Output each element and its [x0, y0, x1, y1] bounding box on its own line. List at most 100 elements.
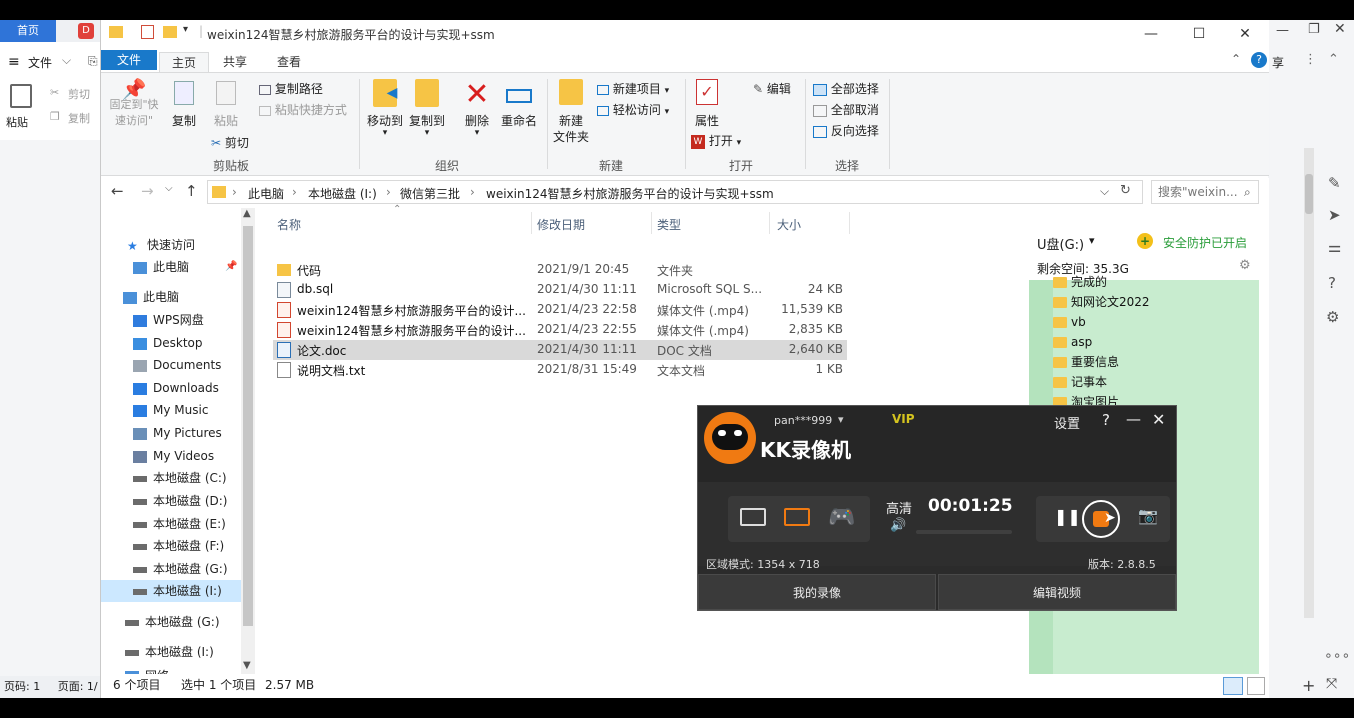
udisk-folder-item[interactable]: 知网论文2022 — [1053, 292, 1253, 312]
chevron-down-icon[interactable]: ⌵ — [62, 53, 71, 68]
udisk-folder-item[interactable]: 重要信息 — [1053, 352, 1253, 372]
chevron-down-icon[interactable]: ▾ — [1089, 234, 1095, 247]
column-separator[interactable] — [849, 212, 850, 234]
table-row[interactable]: weixin124智慧乡村旅游服务平台的设计... 2021/4/23 22:55… — [273, 320, 847, 340]
minimize-icon[interactable]: — — [1276, 23, 1289, 38]
close-icon[interactable]: ✕ — [1231, 24, 1259, 44]
udisk-drive-selector[interactable]: U盘(G:) — [1037, 234, 1084, 253]
copy-to-button[interactable]: 复制到 ▾ — [407, 79, 447, 138]
pen-icon[interactable]: ✎ — [1328, 174, 1341, 192]
scroll-up-icon[interactable]: ▲ — [243, 208, 251, 219]
maximize-icon[interactable]: ☐ — [1185, 24, 1213, 44]
kk-username[interactable]: pan***999 — [774, 414, 832, 427]
sliders-icon[interactable]: ⚌ — [1328, 238, 1341, 256]
breadcrumb-separator-icon[interactable]: › — [386, 185, 391, 199]
up-arrow-icon[interactable]: ↑ — [185, 182, 198, 200]
breadcrumb-separator-icon[interactable]: › — [232, 185, 237, 199]
recent-locations-icon[interactable]: ⌵ — [165, 183, 173, 194]
wps-doc-tab-icon[interactable]: D — [78, 23, 94, 39]
image-settings-icon[interactable]: ⚙ — [1326, 308, 1339, 326]
details-view-icon[interactable] — [1223, 677, 1243, 695]
column-separator[interactable] — [531, 212, 532, 234]
select-none-button[interactable]: 全部取消 — [813, 100, 879, 120]
help-icon[interactable]: ? — [1102, 411, 1110, 429]
minimize-icon[interactable]: — — [1137, 24, 1165, 44]
sidebar-item[interactable]: 本地磁盘 (C:) — [101, 467, 241, 489]
column-separator[interactable] — [651, 212, 652, 234]
wps-tab-home[interactable]: 首页 — [0, 20, 56, 42]
large-icons-view-icon[interactable] — [1247, 677, 1265, 695]
sidebar-item[interactable]: 本地磁盘 (E:) — [101, 513, 241, 535]
gamepad-icon[interactable]: 🎮 — [828, 505, 855, 530]
minimize-icon[interactable]: — — [1126, 410, 1141, 428]
udisk-folder-item[interactable]: 完成的 — [1053, 272, 1253, 292]
properties-button[interactable]: ✓ 属性 — [689, 79, 725, 129]
wps-toolbar-icon[interactable]: ⎘ — [88, 54, 98, 69]
back-arrow-icon[interactable]: ← — [111, 182, 124, 200]
monitor-icon[interactable] — [740, 508, 766, 526]
fullscreen-icon[interactable]: ⤧ — [1326, 676, 1337, 692]
qat-dropdown-icon[interactable]: ▾ — [183, 24, 188, 35]
open-button[interactable]: W 打开 ▾ — [691, 131, 741, 151]
tab-home[interactable]: 主页 — [159, 52, 210, 72]
sidebar-item[interactable]: Desktop — [101, 332, 241, 354]
breadcrumb-separator-icon[interactable]: › — [292, 185, 297, 199]
table-row[interactable]: 论文.doc 2021/4/30 11:11 DOC 文档 2,640 KB — [273, 340, 847, 360]
camera-icon[interactable]: 📷 — [1138, 506, 1158, 525]
udisk-folder-item[interactable]: asp — [1053, 332, 1253, 352]
udisk-folder-item[interactable]: 记事本 — [1053, 372, 1253, 392]
breadcrumb-drive[interactable]: 本地磁盘 (I:) — [308, 185, 377, 202]
table-row[interactable]: db.sql 2021/4/30 11:11 Microsoft SQL S... 2… — [273, 280, 847, 300]
delete-button[interactable]: ✕ 删除 ▾ — [459, 79, 495, 138]
kk-quality[interactable]: 高清 — [886, 498, 912, 517]
pin-icon[interactable]: 📌 — [225, 256, 237, 278]
sidebar-item[interactable]: My Pictures — [101, 422, 241, 444]
move-to-button[interactable]: ◀ 移动到 ▾ — [365, 79, 405, 138]
hamburger-icon[interactable]: ≡ — [8, 54, 20, 70]
sidebar-item[interactable]: 本地磁盘 (I:) — [101, 580, 241, 602]
address-path[interactable]: › 此电脑 › 本地磁盘 (I:) › 微信第三批 › weixin124智慧乡… — [207, 180, 1143, 204]
zoom-in-icon[interactable]: + — [1302, 676, 1315, 695]
sidebar-item[interactable]: Downloads — [101, 377, 241, 399]
scrollbar-thumb[interactable] — [243, 226, 253, 626]
region-mode-icon[interactable] — [784, 508, 810, 526]
sidebar-item[interactable]: 此电脑 — [101, 286, 241, 308]
wps-share-label[interactable]: 享 — [1272, 54, 1284, 71]
sidebar-item[interactable]: 本地磁盘 (I:) — [101, 641, 241, 663]
sidebar-item[interactable]: ★ 快速访问 — [101, 234, 241, 256]
search-input[interactable]: 搜索"weixin... ⌕ — [1151, 180, 1259, 204]
cut-button[interactable]: ✂ 剪切 — [211, 133, 249, 153]
column-separator[interactable] — [769, 212, 770, 234]
wps-paste-label[interactable]: 粘贴 — [6, 114, 28, 130]
sidebar-item[interactable]: 本地磁盘 (F:) — [101, 535, 241, 557]
cursor-icon[interactable]: ➤ — [1328, 206, 1341, 224]
tab-share[interactable]: 共享 — [211, 52, 259, 72]
sidebar-item[interactable]: 此电脑 📌 — [101, 256, 241, 278]
breadcrumb-this-pc[interactable]: 此电脑 — [248, 185, 284, 202]
invert-select-button[interactable]: 反向选择 — [813, 121, 879, 141]
tab-view[interactable]: 查看 — [265, 52, 313, 72]
kk-settings[interactable]: 设置 — [1054, 413, 1080, 432]
wps-scrollbar[interactable] — [1304, 148, 1314, 618]
wps-cut-label[interactable]: 剪切 — [68, 86, 90, 102]
table-row[interactable]: 代码 2021/9/1 20:45 文件夹 — [273, 260, 847, 280]
security-status[interactable]: 安全防护已开启 — [1163, 234, 1247, 251]
pin-quick-access-button[interactable]: 📌 固定到"快速访问" — [105, 79, 163, 129]
close-icon[interactable]: ✕ — [1334, 21, 1346, 37]
sidebar-item[interactable]: My Videos — [101, 445, 241, 467]
table-row[interactable]: weixin124智慧乡村旅游服务平台的设计... 2021/4/23 22:58… — [273, 300, 847, 320]
new-item-button[interactable]: 新建项目 ▾ — [597, 79, 669, 99]
sidebar-item[interactable]: 网络 — [101, 665, 241, 674]
refresh-icon[interactable]: ↻ — [1120, 183, 1131, 198]
column-type[interactable]: 类型 — [657, 216, 681, 233]
breadcrumb-folder[interactable]: 微信第三批 — [400, 185, 460, 202]
tab-file[interactable]: 文件 — [101, 50, 158, 70]
wps-menu-file[interactable]: 文件 — [28, 54, 52, 71]
chevron-down-icon[interactable]: ▾ — [838, 413, 844, 426]
edit-button[interactable]: ✎ 编辑 — [753, 79, 791, 99]
select-all-button[interactable]: 全部选择 — [813, 79, 879, 99]
copy-path-button[interactable]: 复制路径 — [259, 79, 323, 99]
kk-volume-slider[interactable] — [916, 530, 1012, 534]
chevron-up-icon[interactable]: ⌃ — [1328, 52, 1339, 67]
scrollbar-thumb[interactable] — [1305, 174, 1313, 214]
